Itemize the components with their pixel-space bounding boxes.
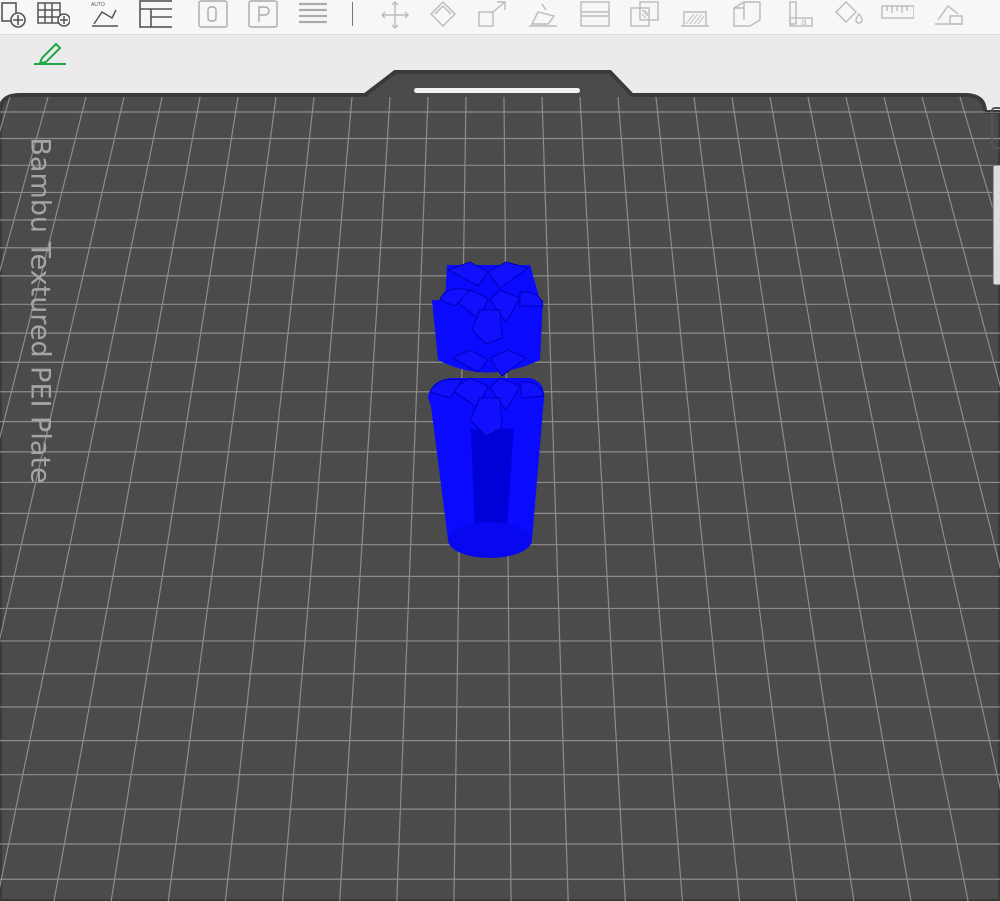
- lay-on-face-icon[interactable]: [526, 0, 560, 30]
- 3d-viewport[interactable]: [0, 60, 1000, 901]
- build-plate-scene: [0, 70, 1000, 901]
- auto-orient-icon[interactable]: AUTO: [88, 0, 122, 30]
- move-icon[interactable]: [378, 0, 412, 30]
- mesh-boolean-icon[interactable]: [628, 0, 662, 30]
- add-object-icon[interactable]: [0, 0, 30, 30]
- add-plate-icon[interactable]: [36, 0, 70, 30]
- model-object: [428, 261, 545, 558]
- plate-type-label: Bambu Textured PEI Plate: [20, 130, 60, 490]
- plate-type-text: Bambu Textured PEI Plate: [24, 136, 56, 484]
- seam-paint-icon[interactable]: [730, 0, 764, 30]
- svg-text:a: a: [801, 17, 807, 28]
- support-paint-icon[interactable]: [678, 0, 712, 30]
- scale-icon[interactable]: [476, 0, 510, 30]
- assembly-icon[interactable]: a: [782, 0, 816, 30]
- rotate-icon[interactable]: [426, 0, 460, 30]
- color-paint-icon[interactable]: [832, 0, 866, 30]
- plate-settings-icon[interactable]: [246, 0, 280, 30]
- slice-plate-icon[interactable]: [196, 0, 230, 30]
- arrange-icon[interactable]: [138, 0, 172, 30]
- more-tools-icon[interactable]: [932, 0, 966, 30]
- cut-icon[interactable]: [578, 0, 612, 30]
- svg-text:AUTO: AUTO: [91, 2, 105, 8]
- plate-handle: [414, 88, 580, 93]
- measure-icon[interactable]: [880, 0, 914, 30]
- main-toolbar: AUTO a: [0, 0, 1000, 35]
- layers-icon[interactable]: [296, 0, 330, 30]
- toolbar-separator: [352, 2, 353, 26]
